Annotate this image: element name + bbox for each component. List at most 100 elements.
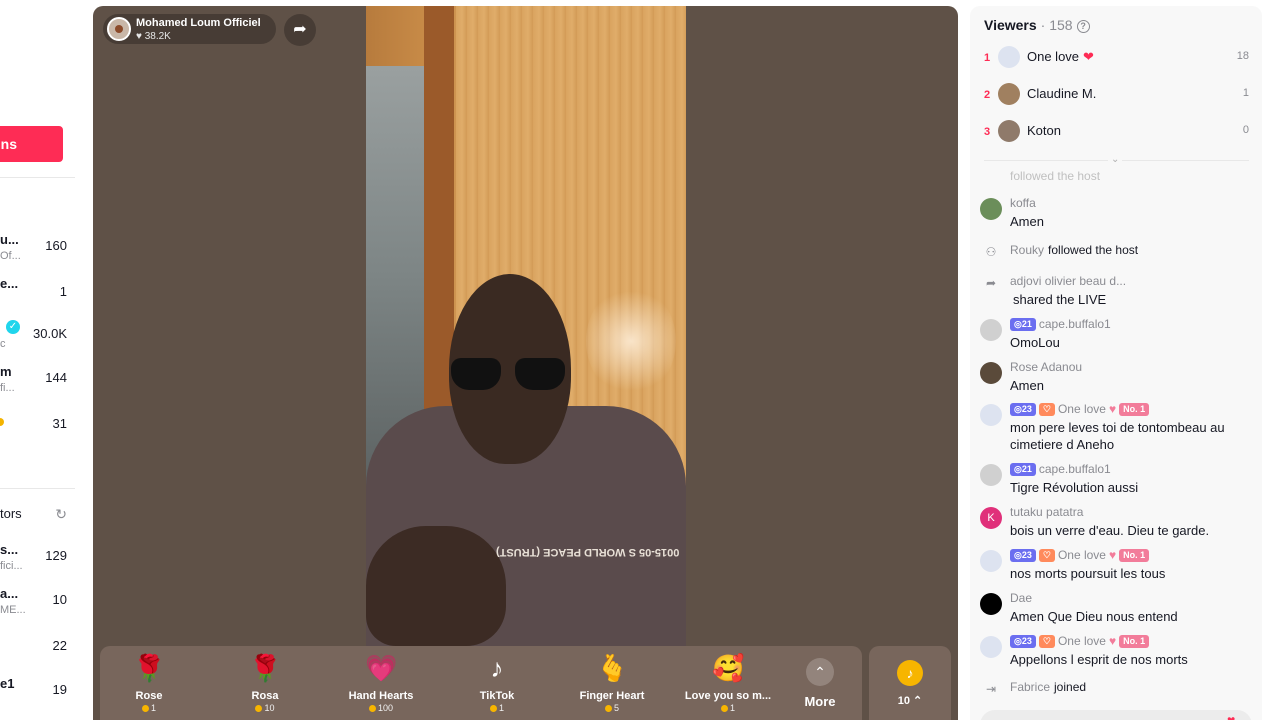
- chat-user[interactable]: One love: [1058, 402, 1106, 416]
- chat-input[interactable]: [980, 710, 1252, 720]
- account-count: 160: [45, 238, 67, 253]
- avatar[interactable]: [980, 319, 1002, 341]
- avatar[interactable]: [980, 464, 1002, 486]
- top-viewer[interactable]: 1 One love ❤ 18: [984, 44, 1249, 74]
- creator-name: e1: [0, 676, 15, 691]
- sidebar-creator[interactable]: e1 19: [0, 676, 75, 716]
- host-avatar[interactable]: [107, 17, 131, 41]
- sidebar-account[interactable]: e... 1: [0, 276, 75, 316]
- gift-finger-heart[interactable]: 🫰 Finger Heart 5: [562, 652, 662, 713]
- rank-badge: No. 1: [1119, 403, 1150, 417]
- coin-icon: [141, 705, 149, 713]
- level-badge: ◎23: [1010, 403, 1036, 417]
- gift-name: Finger Heart: [579, 690, 645, 702]
- sidebar-account[interactable]: u... Of... 160: [0, 232, 75, 272]
- gift-name: Hand Hearts: [348, 690, 414, 702]
- shirt-print: 0015-05 S WORLD PEACE (TRUST): [496, 546, 680, 558]
- tiktok-icon: ♪: [490, 653, 504, 683]
- gift-name: Rose: [135, 690, 163, 702]
- avatar[interactable]: [980, 636, 1002, 658]
- avatar[interactable]: K: [980, 507, 1002, 529]
- creator-sub: fici...: [0, 560, 23, 572]
- level-badge: ◎23: [1010, 549, 1036, 563]
- coin-balance[interactable]: ♪ 10 ⌃: [869, 646, 951, 720]
- gift-cost: 1: [99, 703, 199, 713]
- gift-cost-value: 1: [150, 703, 156, 713]
- avatar[interactable]: [980, 198, 1002, 220]
- gift-cost-value: 1: [729, 703, 735, 713]
- coin-balance-value: 10 ⌃: [897, 695, 923, 707]
- chat-user[interactable]: cape.buffalo1: [1039, 317, 1111, 331]
- chat-user-line: ◎21 cape.buffalo1: [1010, 462, 1111, 477]
- chat-user[interactable]: tutaku patatra: [1010, 505, 1083, 519]
- viewer-score: 1: [1242, 87, 1249, 99]
- right-lens: [515, 358, 565, 390]
- share-button[interactable]: ➦: [284, 14, 316, 46]
- chat-user[interactable]: adjovi olivier beau d...: [1010, 274, 1126, 288]
- sidebar-account[interactable]: m fi... 144: [0, 364, 75, 404]
- sidebar-account[interactable]: 31: [0, 410, 75, 450]
- top-viewer[interactable]: 2 Claudine M. 1: [984, 81, 1249, 111]
- host-info[interactable]: Mohamed Loum Officiel ♥ 38.2K: [103, 14, 276, 44]
- help-icon[interactable]: ?: [1076, 19, 1090, 33]
- gift-rosa[interactable]: 🌹 Rosa 10: [215, 652, 315, 713]
- gift-tiktok[interactable]: ♪ TikTok 1: [447, 652, 547, 713]
- gift-cost: 100: [331, 703, 431, 713]
- chat-user[interactable]: One love: [1058, 548, 1106, 562]
- chat-user[interactable]: Rose Adanou: [1010, 360, 1082, 374]
- refresh-icon[interactable]: ↻: [55, 506, 67, 523]
- finger-heart-icon: 🫰: [596, 653, 629, 683]
- gift-name: Rosa: [251, 690, 279, 702]
- left-lens: [451, 358, 501, 390]
- more-label: More: [804, 694, 836, 709]
- account-sub: c: [0, 338, 6, 350]
- account-name: u...: [0, 232, 19, 247]
- level-value: 23: [1021, 404, 1032, 415]
- avatar[interactable]: [980, 404, 1002, 426]
- account-sub: fi...: [0, 382, 15, 394]
- gift-love-you[interactable]: 🥰 Love you so m... 1: [678, 652, 778, 713]
- top-viewer[interactable]: 3 Koton 0: [984, 118, 1249, 148]
- expand-chevron-icon[interactable]: ⌄: [1108, 154, 1123, 165]
- chat-text: followed the host: [1048, 243, 1139, 257]
- more-gifts-button[interactable]: ⌃ More: [800, 658, 840, 709]
- viewer-score: 0: [1242, 124, 1249, 136]
- gift-rose[interactable]: 🌹 Rose 1: [99, 652, 199, 713]
- sidebar-creator[interactable]: s... fici... 129: [0, 542, 75, 582]
- live-video-player[interactable]: 0015-05 S WORLD PEACE (TRUST) Mohamed Lo…: [93, 6, 958, 720]
- level-badge: ◎21: [1010, 318, 1036, 332]
- avatar[interactable]: [980, 593, 1002, 615]
- chat-text: Amen: [1010, 214, 1044, 229]
- chat-user-line: ◎23 ♡ One love ♥ No. 1: [1010, 402, 1152, 417]
- chat-user[interactable]: One love: [1058, 634, 1106, 648]
- chat-user[interactable]: Fabrice: [1010, 680, 1050, 694]
- host-name[interactable]: Mohamed Loum Officiel: [136, 17, 261, 29]
- avatar[interactable]: [980, 550, 1002, 572]
- level-value: 23: [1021, 636, 1032, 647]
- avatar[interactable]: [980, 362, 1002, 384]
- event-line: Rouky followed the host: [1010, 243, 1138, 257]
- account-count: 1: [59, 284, 67, 299]
- sidebar-creator[interactable]: a... ME... 10: [0, 586, 75, 626]
- chat-text: mon pere leves toi de tontombeau au cime…: [1010, 420, 1225, 452]
- gift-hand-hearts[interactable]: 💗 Hand Hearts 100: [331, 652, 431, 713]
- account-count: 30.0K: [33, 326, 67, 341]
- go-live-button[interactable]: ns: [0, 126, 63, 162]
- fan-badge: ♡: [1038, 635, 1055, 649]
- coin-icon: [255, 705, 263, 713]
- creator-count: 10: [52, 592, 67, 607]
- chat-user[interactable]: Rouky: [1010, 243, 1044, 257]
- chat-user[interactable]: cape.buffalo1: [1039, 462, 1111, 476]
- viewer-rank: 1: [984, 52, 991, 64]
- rank-badge: No. 1: [1119, 549, 1150, 563]
- chat-user[interactable]: Dae: [1010, 591, 1032, 605]
- heart-icon[interactable]: ♥: [1227, 712, 1235, 720]
- gift-cost: 10: [215, 703, 315, 713]
- chat-user[interactable]: koffa: [1010, 196, 1036, 210]
- light-glare: [586, 286, 676, 396]
- chat-text: Amen: [1010, 378, 1044, 393]
- sidebar-account[interactable]: ✓ c 30.0K: [0, 320, 75, 360]
- sidebar-creator[interactable]: 22: [0, 632, 75, 672]
- account-name: m: [0, 364, 12, 379]
- chat-text: joined: [1054, 680, 1087, 694]
